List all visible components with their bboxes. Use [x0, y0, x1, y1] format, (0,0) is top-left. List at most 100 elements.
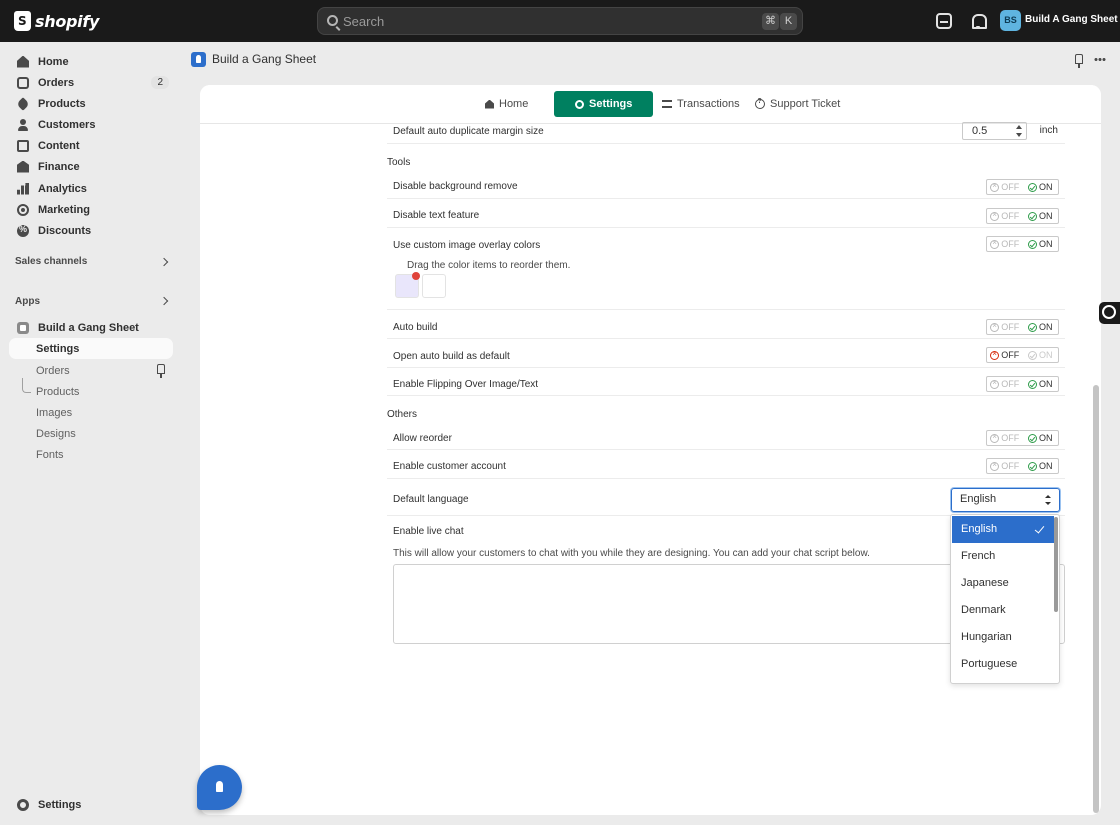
app-icon [17, 321, 29, 334]
side-widget-button[interactable] [1099, 302, 1120, 324]
sidebar-subitem-settings[interactable]: Settings [9, 338, 173, 359]
toggle-switch[interactable]: OFF ON [986, 347, 1059, 363]
toggle-on-option[interactable]: ON [1023, 461, 1059, 471]
remove-color-icon[interactable] [412, 272, 420, 280]
toggle-on-option[interactable]: ON [1023, 379, 1059, 389]
language-option[interactable]: Japanese [952, 570, 1054, 597]
sidebar-item-customers[interactable]: Customers [9, 114, 173, 135]
sidebar-item-analytics[interactable]: Analytics [9, 178, 173, 199]
sidebar-item-products[interactable]: Products [9, 93, 173, 114]
store-avatar[interactable]: BS [1000, 10, 1021, 31]
apps-heading[interactable]: Apps [15, 296, 40, 307]
help-icon [755, 98, 765, 109]
language-option[interactable]: French [952, 543, 1054, 570]
language-option[interactable]: English [952, 516, 1054, 543]
chevron-right-icon[interactable] [159, 257, 169, 267]
stepper-icon[interactable] [1016, 125, 1022, 137]
sidebar-subitem-fonts[interactable]: Fonts [9, 444, 173, 465]
sidebar-item-label: Discounts [38, 224, 92, 237]
toggle-switch[interactable]: OFF ON [986, 458, 1059, 474]
sidebar-subitem-orders[interactable]: Orders [9, 360, 173, 381]
toggle-off-option[interactable]: OFF [987, 378, 1023, 389]
sidebar-item-discounts[interactable]: Discounts [9, 220, 173, 241]
language-option-label: English [961, 523, 998, 535]
sidebar-item-orders[interactable]: Orders 2 [9, 72, 173, 93]
sidebar-item-content[interactable]: Content [9, 135, 173, 156]
sidebar-item-settings[interactable]: Settings [9, 794, 173, 815]
toggle-off-option[interactable]: OFF [987, 460, 1023, 471]
toggle-on-label: ON [1039, 379, 1053, 389]
color-swatch[interactable] [422, 274, 446, 298]
sidebar-subitem-images[interactable]: Images [9, 402, 173, 423]
chevron-right-icon[interactable] [159, 296, 169, 306]
tab-settings[interactable]: Settings [554, 91, 654, 117]
sidebar-item-label: Marketing [38, 203, 90, 216]
toggle-off-option[interactable]: OFF [987, 349, 1023, 360]
toggle-switch[interactable]: OFF ON [986, 376, 1059, 392]
toggle-on-option[interactable]: ON [1023, 239, 1059, 249]
setting-label: Enable customer account [393, 461, 506, 472]
toggle-switch[interactable]: OFF ON [986, 319, 1059, 335]
inbox-icon[interactable] [936, 13, 952, 29]
tab-transactions[interactable]: Transactions [662, 91, 740, 117]
toggle-on-label: ON [1039, 433, 1053, 443]
sidebar-subitem-products[interactable]: Products [9, 381, 173, 402]
tools-heading: Tools [387, 157, 411, 168]
store-name[interactable]: Build A Gang Sheet [1025, 14, 1118, 25]
setting-label: Enable Flipping Over Image/Text [393, 379, 539, 390]
toggle-on-label: ON [1039, 350, 1053, 360]
pin-icon[interactable] [1075, 54, 1083, 68]
toggle-off-option[interactable]: OFF [987, 321, 1023, 332]
toggle-on-option[interactable]: ON [1023, 350, 1059, 360]
toggle-off-label: OFF [1001, 239, 1020, 249]
sidebar-item-app[interactable]: Build a Gang Sheet [9, 317, 173, 338]
sidebar-item-label: Customers [38, 118, 96, 131]
toggle-switch[interactable]: OFF ON [986, 430, 1059, 446]
checkmark-icon [1034, 523, 1045, 534]
sidebar-item-label: Products [36, 385, 80, 398]
margin-size-input[interactable]: 0.5 [962, 122, 1027, 140]
chat-launcher-button[interactable] [197, 765, 242, 810]
tab-support-ticket[interactable]: Support Ticket [755, 91, 840, 117]
x-circle-icon [990, 460, 1000, 471]
search-input[interactable]: Search ⌘ K [317, 7, 803, 35]
check-circle-icon [1028, 350, 1037, 360]
sidebar-item-finance[interactable]: Finance [9, 156, 173, 177]
toggle-off-label: OFF [1001, 461, 1020, 471]
more-options-icon[interactable] [1094, 58, 1106, 61]
sidebar-item-marketing[interactable]: Marketing [9, 199, 173, 220]
color-reorder-hint: Drag the color items to reorder them. [407, 260, 571, 271]
toggle-switch[interactable]: OFF ON [986, 179, 1059, 195]
sidebar-item-home[interactable]: Home [9, 51, 173, 72]
check-circle-icon [1028, 433, 1037, 443]
sidebar-item-label: Analytics [38, 182, 87, 195]
toggle-on-option[interactable]: ON [1023, 182, 1059, 192]
orders-count-badge: 2 [151, 76, 169, 89]
toggle-on-option[interactable]: ON [1023, 433, 1059, 443]
toggle-off-option[interactable]: OFF [987, 238, 1023, 249]
language-option-label: Denmark [961, 604, 1006, 616]
toggle-on-option[interactable]: ON [1023, 211, 1059, 221]
setting-row: Auto build OFF ON [387, 310, 1065, 339]
default-language-label: Default language [393, 494, 469, 505]
toggle-on-option[interactable]: ON [1023, 322, 1059, 332]
toggle-switch[interactable]: OFF ON [986, 236, 1059, 252]
toggle-switch[interactable]: OFF ON [986, 208, 1059, 224]
content-icon [17, 139, 29, 152]
sidebar-item-label: Orders [36, 364, 70, 377]
language-option-label: French [961, 550, 996, 562]
panel-scrollbar[interactable] [1093, 385, 1099, 813]
toggle-off-option[interactable]: OFF [987, 181, 1023, 192]
bell-icon[interactable] [970, 13, 987, 29]
language-select[interactable]: English [951, 488, 1060, 512]
dropdown-scrollbar[interactable] [1054, 517, 1058, 612]
sidebar-subitem-designs[interactable]: Designs [9, 423, 173, 444]
tab-home[interactable]: Home [485, 91, 528, 117]
language-option[interactable]: Portuguese [952, 651, 1054, 678]
sales-channels-heading[interactable]: Sales channels [15, 256, 87, 267]
toggle-off-option[interactable]: OFF [987, 432, 1023, 443]
toggle-off-option[interactable]: OFF [987, 210, 1023, 221]
language-option[interactable]: Hungarian [952, 624, 1054, 651]
shopify-logo[interactable]: shopify [14, 11, 99, 31]
language-option[interactable]: Denmark [952, 597, 1054, 624]
